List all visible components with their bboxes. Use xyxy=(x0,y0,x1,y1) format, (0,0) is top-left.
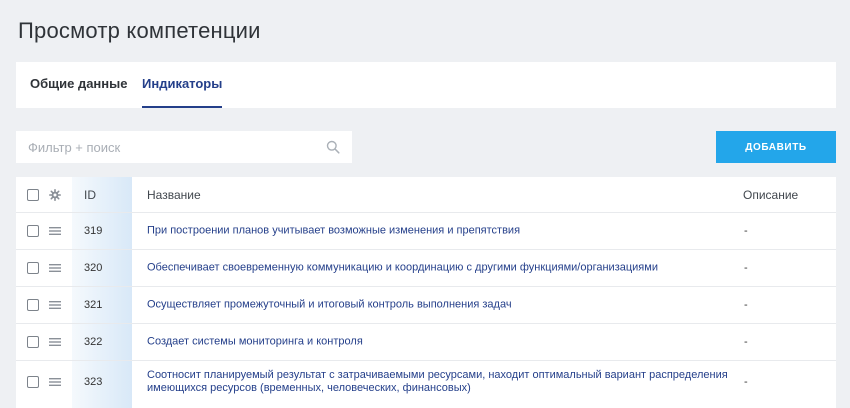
search-box xyxy=(16,131,352,163)
row-name-link[interactable]: При построении планов учитывает возможны… xyxy=(147,225,520,238)
row-name-line: Создает системы мониторинга и контроля xyxy=(147,335,363,348)
row-description: - xyxy=(744,262,748,274)
add-button[interactable]: ДОБАВИТЬ xyxy=(716,131,836,163)
tab-general-data[interactable]: Общие данные xyxy=(30,62,127,108)
drag-handle-icon[interactable] xyxy=(49,378,61,386)
tabs-bar: Общие данные Индикаторы xyxy=(16,62,836,108)
page-title: Просмотр компетенции xyxy=(18,18,261,43)
search-icon[interactable] xyxy=(326,140,340,154)
active-tab-indicator xyxy=(142,106,223,108)
row-name-line: При построении планов учитывает возможны… xyxy=(147,224,521,237)
row-name-line: имеющихся ресурсов (временных, человечес… xyxy=(147,382,471,394)
row-checkbox[interactable] xyxy=(27,299,39,311)
column-header-description[interactable]: Описание xyxy=(743,188,798,202)
row-name-link[interactable]: Соотносит планируемый результат с затрач… xyxy=(147,369,728,395)
tab-indicators-label: Индикаторы xyxy=(142,76,223,91)
row-checkbox[interactable] xyxy=(27,376,39,388)
row-checkbox[interactable] xyxy=(27,225,39,237)
indicators-table: ID Название Описание 319 При построении … xyxy=(16,177,836,408)
table-row[interactable]: 321 Осуществляет промежуточный и итоговы… xyxy=(16,287,836,324)
row-name-link[interactable]: Создает системы мониторинга и контроля xyxy=(147,336,363,349)
row-id: 321 xyxy=(84,299,103,311)
row-name-line: Осуществляет промежуточный и итоговый ко… xyxy=(147,298,512,311)
row-name-link[interactable]: Обеспечивает своевременную коммуникацию … xyxy=(147,262,658,275)
row-checkbox[interactable] xyxy=(27,336,39,348)
table-row[interactable]: 323 Соотносит планируемый результат с за… xyxy=(16,361,836,403)
row-name-link[interactable]: Осуществляет промежуточный и итоговый ко… xyxy=(147,299,512,312)
row-id: 322 xyxy=(84,336,103,348)
row-description: - xyxy=(744,225,748,237)
column-header-name[interactable]: Название xyxy=(147,188,201,202)
tab-indicators[interactable]: Индикаторы xyxy=(142,62,223,108)
select-all-checkbox[interactable] xyxy=(27,188,39,201)
row-checkbox[interactable] xyxy=(27,262,39,274)
table-row[interactable]: 322 Создает системы мониторинга и контро… xyxy=(16,324,836,361)
table-row[interactable]: 320 Обеспечивает своевременную коммуника… xyxy=(16,250,836,287)
search-input[interactable] xyxy=(16,131,352,163)
drag-handle-icon[interactable] xyxy=(49,264,61,272)
row-description: - xyxy=(744,376,748,388)
table-header: ID Название Описание xyxy=(16,177,836,213)
table-row[interactable]: 319 При построении планов учитывает возм… xyxy=(16,213,836,250)
gear-icon[interactable] xyxy=(49,188,61,201)
row-id: 319 xyxy=(84,225,103,237)
row-id: 320 xyxy=(84,262,103,274)
row-name-line: Обеспечивает своевременную коммуникацию … xyxy=(147,261,658,274)
drag-handle-icon[interactable] xyxy=(49,227,61,235)
drag-handle-icon[interactable] xyxy=(49,338,61,346)
row-id: 323 xyxy=(84,376,103,388)
row-description: - xyxy=(744,336,748,348)
column-header-id[interactable]: ID xyxy=(84,188,96,202)
row-name-line: Соотносит планируемый результат с затрач… xyxy=(147,369,728,381)
row-description: - xyxy=(744,299,748,311)
drag-handle-icon[interactable] xyxy=(49,301,61,309)
